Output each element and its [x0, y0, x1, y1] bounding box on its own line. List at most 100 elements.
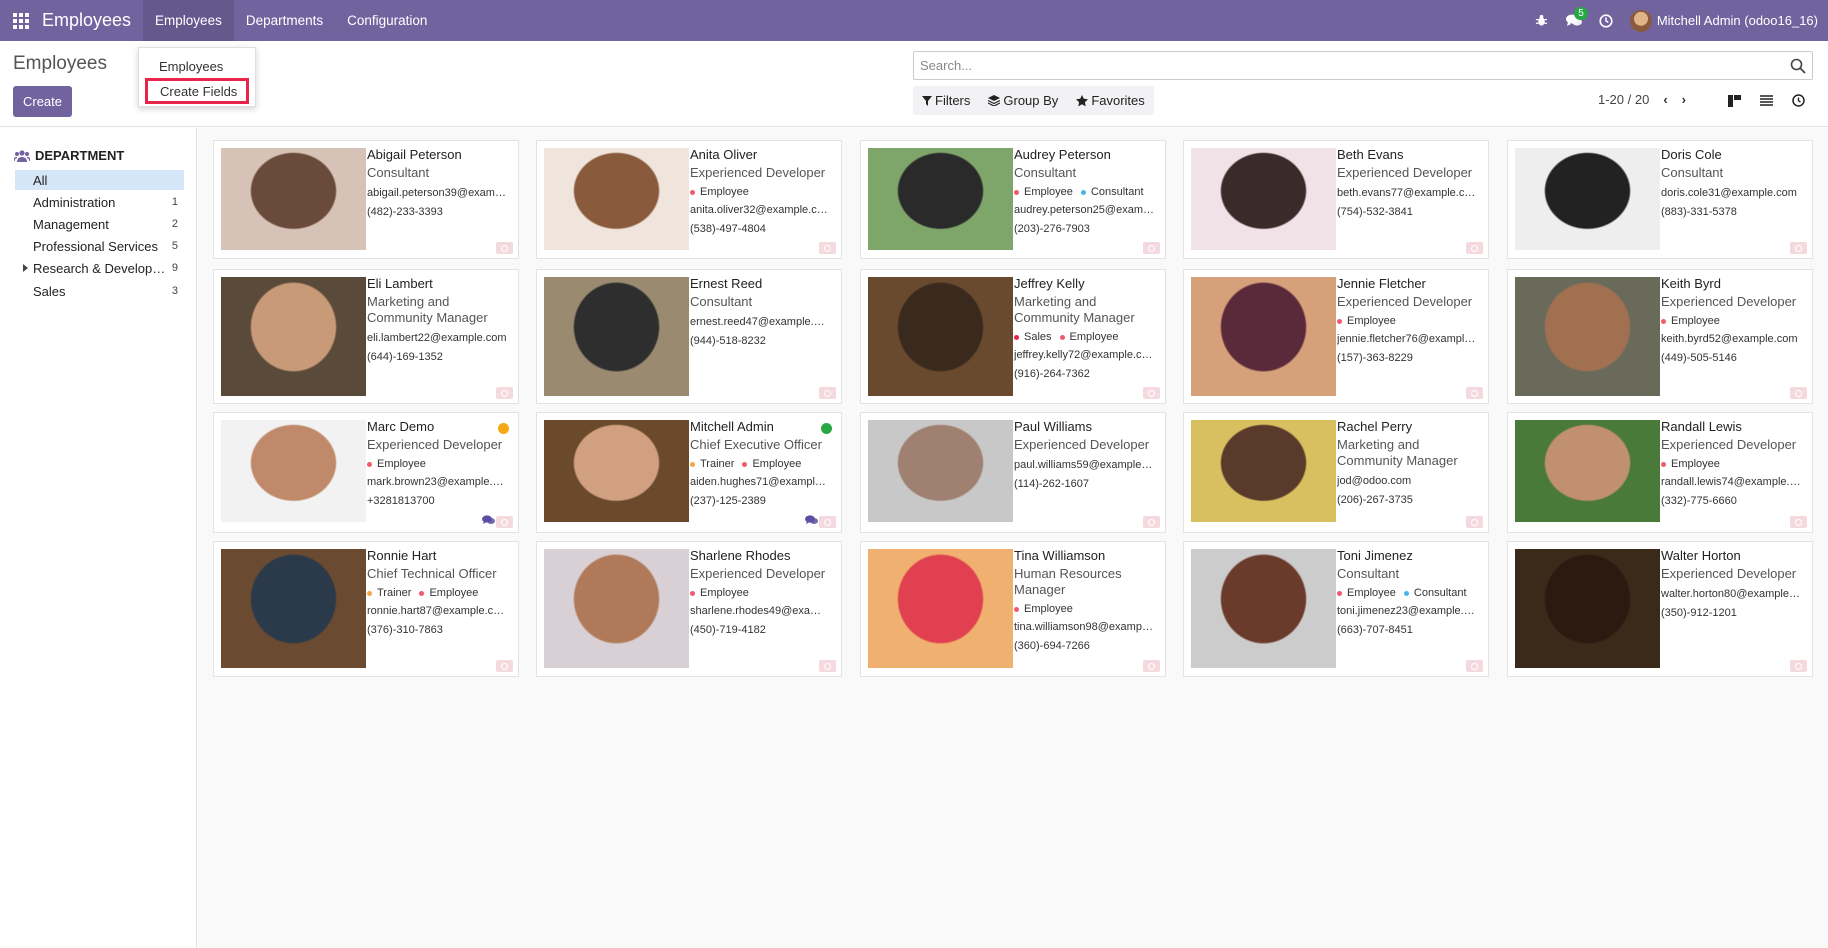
employee-card[interactable]: Toni Jimenez Consultant Employee Consultant…: [1183, 541, 1489, 677]
employee-tags: Employee Consultant: [1014, 186, 1162, 198]
activity-clock-icon[interactable]: [1590, 0, 1622, 41]
chat-icon[interactable]: [482, 513, 495, 528]
activity-clock-icon[interactable]: [1466, 242, 1483, 254]
activity-clock-icon[interactable]: [819, 387, 836, 399]
employee-phone: (754)-532-3841: [1337, 206, 1413, 218]
menu-configuration[interactable]: Configuration: [335, 0, 439, 41]
employee-card[interactable]: Doris Cole Consultant doris.cole31@example…: [1507, 140, 1813, 259]
employee-card[interactable]: Abigail Peterson Consultant abigail.peters…: [213, 140, 519, 259]
caret-right-icon[interactable]: [23, 264, 28, 272]
employee-email: tina.williamson98@examp…: [1014, 621, 1153, 633]
employee-name: Mitchell Admin: [690, 419, 774, 434]
activity-clock-icon[interactable]: [496, 387, 513, 399]
tag-label: Trainer: [377, 587, 412, 599]
employee-email: abigail.peterson39@exam…: [367, 187, 506, 199]
employee-photo: [221, 549, 366, 668]
sidebar-item-research-develop[interactable]: Research & Develop… 9: [15, 258, 184, 278]
employee-card[interactable]: Marc Demo Experienced Developer Employee ma…: [213, 412, 519, 533]
activity-clock-icon[interactable]: [1143, 387, 1160, 399]
tag-color-dot: [690, 189, 695, 195]
employee-card[interactable]: Jennie Fletcher Experienced Developer Empl…: [1183, 269, 1489, 404]
activity-clock-icon[interactable]: [1466, 516, 1483, 528]
search-options-bar: Filters Group By Favorites: [913, 86, 1154, 115]
pager-next-icon[interactable]: ›: [1682, 92, 1686, 107]
employee-card[interactable]: Randall Lewis Experienced Developer Employ…: [1507, 412, 1813, 533]
favorites-button[interactable]: Favorites: [1067, 86, 1153, 115]
tag-color-dot: [1661, 318, 1666, 324]
pager-previous-icon[interactable]: ‹: [1663, 92, 1667, 107]
menu-departments[interactable]: Departments: [234, 0, 335, 41]
menu-employees[interactable]: Employees: [143, 0, 234, 41]
tag-employee: Employee: [1014, 186, 1073, 198]
employee-info: Marc Demo Experienced Developer Employee ma…: [367, 419, 515, 507]
employee-card[interactable]: Keith Byrd Experienced Developer Employee k…: [1507, 269, 1813, 404]
kanban-view-icon[interactable]: [1718, 86, 1750, 115]
sidebar-item-sales[interactable]: Sales 3: [15, 281, 184, 301]
employee-job-title: Experienced Developer: [1661, 437, 1797, 452]
employee-email: mark.brown23@example.…: [367, 476, 504, 488]
employee-tags: Trainer Employee: [690, 458, 838, 470]
employee-info: Keith Byrd Experienced Developer Employee k…: [1661, 276, 1809, 364]
group-by-button[interactable]: Group By: [979, 86, 1067, 115]
employee-card[interactable]: Audrey Peterson Consultant Employee Consult…: [860, 140, 1166, 259]
sidebar-item-management[interactable]: Management 2: [15, 214, 184, 234]
list-view-icon[interactable]: [1750, 86, 1782, 115]
activity-clock-icon[interactable]: [1143, 242, 1160, 254]
chat-icon[interactable]: [805, 513, 818, 528]
employee-email: audrey.peterson25@exam…: [1014, 204, 1154, 216]
employee-job-title: Consultant: [367, 165, 430, 180]
activity-view-icon[interactable]: [1782, 86, 1814, 115]
tag-label: Employee: [1069, 331, 1119, 343]
debug-bug-icon[interactable]: [1526, 0, 1558, 41]
activity-clock-icon[interactable]: [496, 660, 513, 672]
employee-card[interactable]: Eli Lambert Marketing and Community Manag…: [213, 269, 519, 404]
sidebar-item-professional-services[interactable]: Professional Services 5: [15, 236, 184, 256]
activity-clock-icon[interactable]: [496, 516, 513, 528]
dropdown-item-employees[interactable]: Employees: [159, 59, 223, 74]
employee-phone: (450)-719-4182: [690, 624, 766, 636]
activity-clock-icon[interactable]: [1790, 387, 1807, 399]
activity-clock-icon[interactable]: [1466, 660, 1483, 672]
employee-card[interactable]: Tina Williamson Human Resources Manager Em…: [860, 541, 1166, 677]
create-button[interactable]: Create: [13, 86, 72, 117]
activity-clock-icon[interactable]: [1790, 516, 1807, 528]
employee-card[interactable]: Sharlene Rhodes Experienced Developer Empl…: [536, 541, 842, 677]
sidebar-item-all[interactable]: All: [15, 170, 184, 190]
activity-clock-icon[interactable]: [819, 516, 836, 528]
employee-card[interactable]: Ernest Reed Consultant ernest.reed47@examp…: [536, 269, 842, 404]
employee-card[interactable]: Beth Evans Experienced Developer beth.evan…: [1183, 140, 1489, 259]
apps-menu-icon[interactable]: [0, 0, 42, 41]
search-input[interactable]: Search...: [913, 51, 1813, 80]
tag-consultant: Consultant: [1080, 186, 1144, 198]
activity-clock-icon[interactable]: [819, 242, 836, 254]
app-brand[interactable]: Employees: [42, 10, 143, 31]
employee-card[interactable]: Walter Horton Experienced Developer walter…: [1507, 541, 1813, 677]
activity-clock-icon[interactable]: [1143, 516, 1160, 528]
activity-clock-icon[interactable]: [819, 660, 836, 672]
activity-clock-icon[interactable]: [1143, 660, 1160, 672]
activity-clock-icon[interactable]: [1790, 242, 1807, 254]
employee-email: ernest.reed47@example.…: [690, 316, 825, 328]
activity-clock-icon[interactable]: [1466, 387, 1483, 399]
employee-phone: (916)-264-7362: [1014, 368, 1090, 380]
employee-card[interactable]: Rachel Perry Marketing and Community Mana…: [1183, 412, 1489, 533]
filters-button[interactable]: Filters: [913, 86, 979, 115]
employee-card[interactable]: Paul Williams Experienced Developer paul.w…: [860, 412, 1166, 533]
employee-tags: Employee: [1014, 603, 1162, 615]
activity-clock-icon[interactable]: [496, 242, 513, 254]
employee-card[interactable]: Anita Oliver Experienced Developer Employe…: [536, 140, 842, 259]
employee-card[interactable]: Jeffrey Kelly Marketing and Community Man…: [860, 269, 1166, 404]
messages-chat-icon[interactable]: 5: [1558, 0, 1590, 41]
employee-phone: (203)-276-7903: [1014, 223, 1090, 235]
employee-info: Abigail Peterson Consultant abigail.peters…: [367, 147, 515, 218]
activity-clock-icon[interactable]: [1790, 660, 1807, 672]
employee-tags: Employee: [367, 458, 515, 470]
employee-card[interactable]: Mitchell Admin Chief Executive Officer Tra…: [536, 412, 842, 533]
user-menu[interactable]: Mitchell Admin (odoo16_16): [1629, 9, 1818, 32]
dropdown-item-create-fields[interactable]: Create Fields: [145, 78, 249, 104]
sidebar-item-administration[interactable]: Administration 1: [15, 192, 184, 212]
employee-card[interactable]: Ronnie Hart Chief Technical Officer Traine…: [213, 541, 519, 677]
pager-value[interactable]: 1-20 / 20: [1598, 92, 1649, 107]
search-icon[interactable]: [1790, 58, 1806, 74]
employee-job-title: Experienced Developer: [1337, 165, 1473, 180]
